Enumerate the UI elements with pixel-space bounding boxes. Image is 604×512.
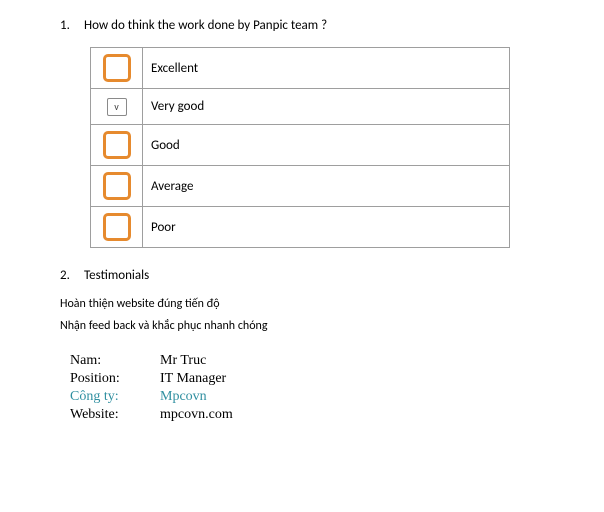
rating-label: Very good: [143, 89, 510, 125]
table-row: Excellent: [91, 48, 510, 89]
company-label: Công ty:: [70, 389, 160, 407]
table-row: Website: mpcovn.com: [70, 407, 233, 425]
table-row: Good: [91, 125, 510, 166]
testimonial-line: Nhận feed back và khắc phục nhanh chóng: [60, 319, 564, 333]
document-page: 1. How do think the work done by Panpic …: [0, 0, 604, 425]
rating-label: Average: [143, 166, 510, 207]
table-row: Average: [91, 166, 510, 207]
checkbox-icon: [103, 54, 131, 82]
question-1-number: 1.: [60, 18, 84, 33]
question-1-text: How do think the work done by Panpic tea…: [84, 18, 564, 33]
checkbox-icon: v: [107, 98, 127, 116]
question-2: 2. Testimonials: [60, 268, 564, 283]
question-2-number: 2.: [60, 268, 84, 283]
name-label: Nam:: [70, 353, 160, 371]
table-row: Công ty: Mpcovn: [70, 389, 233, 407]
checkbox-icon: [103, 172, 131, 200]
position-value: IT Manager: [160, 371, 233, 389]
rating-label: Excellent: [143, 48, 510, 89]
testimonial-block: Hoàn thiện website đúng tiến độ Nhận fee…: [60, 297, 564, 333]
info-table: Nam: Mr Truc Position: IT Manager Công t…: [70, 353, 233, 425]
table-row: Poor: [91, 207, 510, 248]
website-value: mpcovn.com: [160, 407, 233, 425]
table-row: Nam: Mr Truc: [70, 353, 233, 371]
table-row: v Very good: [91, 89, 510, 125]
rating-label: Poor: [143, 207, 510, 248]
company-value: Mpcovn: [160, 389, 233, 407]
rating-label: Good: [143, 125, 510, 166]
question-1: 1. How do think the work done by Panpic …: [60, 18, 564, 33]
name-value: Mr Truc: [160, 353, 233, 371]
testimonial-line: Hoàn thiện website đúng tiến độ: [60, 297, 564, 311]
checkbox-icon: [103, 213, 131, 241]
question-2-text: Testimonials: [84, 268, 564, 283]
table-row: Position: IT Manager: [70, 371, 233, 389]
website-label: Website:: [70, 407, 160, 425]
rating-table: Excellent v Very good Good Average Poor: [90, 47, 510, 248]
checkbox-icon: [103, 131, 131, 159]
position-label: Position:: [70, 371, 160, 389]
